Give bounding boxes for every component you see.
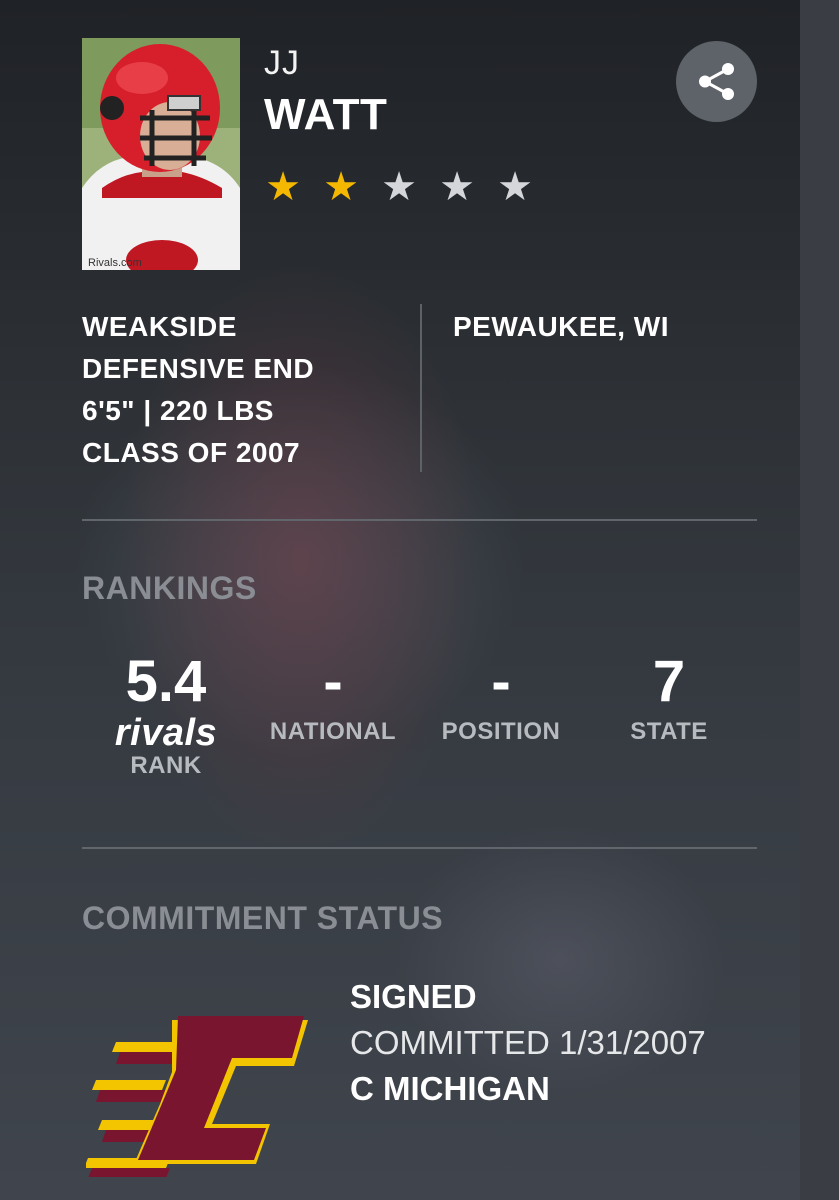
position-rank-value: - [491, 649, 511, 714]
star-icon: ★ [265, 164, 301, 210]
state-rank-value: 7 [652, 649, 686, 714]
scroll-edge [800, 0, 839, 1200]
national-rank-label: NATIONAL [269, 718, 397, 745]
commitment-title: COMMITMENT STATUS [82, 900, 444, 936]
rivals-logo: rivals [114, 712, 218, 754]
bio-divider [420, 304, 422, 472]
school-logo[interactable] [84, 1012, 316, 1182]
section-divider [82, 519, 757, 521]
star-icon: ★ [439, 164, 475, 210]
state-rank-label: STATE [630, 718, 708, 745]
position-rank: - POSITION [416, 650, 586, 746]
player-photo: Rivals.com [82, 38, 240, 270]
position-line2: DEFENSIVE END [82, 353, 315, 384]
star-icon: ★ [497, 164, 533, 210]
player-class: CLASS OF 2007 [82, 437, 301, 468]
star-icon: ★ [381, 164, 417, 210]
commitment-date: COMMITTED 1/31/2007 [350, 1024, 706, 1061]
share-button[interactable] [676, 41, 757, 122]
player-size: 6'5" | 220 LBS [82, 395, 274, 426]
section-divider [82, 847, 757, 849]
player-bio: WEAKSIDE DEFENSIVE END 6'5" | 220 LBS CL… [82, 306, 402, 474]
player-hometown: PEWAUKEE, WI [453, 311, 670, 342]
player-first-name: JJ [264, 44, 300, 82]
state-rank: 7 STATE [584, 650, 754, 746]
photo-caption: Rivals.com [88, 257, 142, 269]
national-rank: - NATIONAL [248, 650, 418, 746]
rivals-rank-label: RANK [130, 752, 202, 779]
rivals-rank-value: 5.4 [125, 649, 207, 714]
position-rank-label: POSITION [441, 718, 561, 745]
position-line1: WEAKSIDE [82, 311, 237, 342]
commitment-info: SIGNED COMMITTED 1/31/2007 C MICHIGAN [350, 975, 706, 1111]
share-icon [699, 63, 734, 100]
player-last-name: WATT [264, 90, 388, 139]
commitment-status: SIGNED [350, 978, 477, 1015]
rankings-title: RANKINGS [82, 570, 257, 606]
star-icon: ★ [323, 164, 359, 210]
rivals-rank: 5.4 rivals RANK [81, 650, 251, 780]
national-rank-value: - [323, 649, 343, 714]
commitment-school[interactable]: C MICHIGAN [350, 1067, 706, 1111]
